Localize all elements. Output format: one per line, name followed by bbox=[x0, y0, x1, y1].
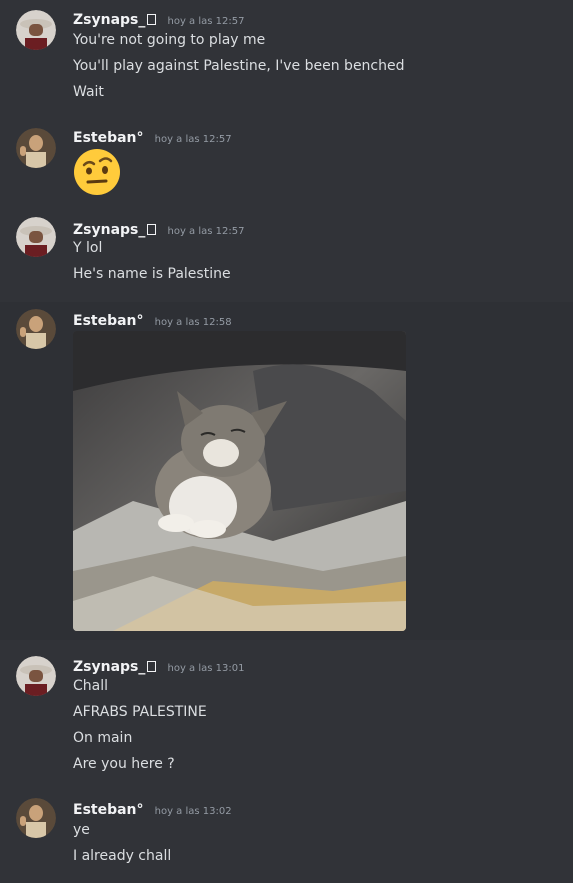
username[interactable]: Zsynaps_ bbox=[73, 659, 145, 675]
user-avatar[interactable] bbox=[16, 128, 56, 168]
message-group: Zsynaps_ hoy a las 13:01 Chall AFRABS PA… bbox=[0, 646, 573, 782]
user-avatar[interactable] bbox=[16, 217, 56, 257]
user-avatar[interactable] bbox=[16, 656, 56, 696]
timestamp[interactable]: hoy a las 13:02 bbox=[155, 806, 232, 817]
kitten-gif-attachment[interactable] bbox=[73, 331, 406, 631]
user-avatar[interactable] bbox=[16, 309, 56, 349]
tag-icon bbox=[147, 661, 157, 672]
message-text: ye bbox=[73, 822, 90, 838]
message-text: He's name is Palestine bbox=[73, 266, 231, 282]
message-group: Esteban° hoy a las 12:58 bbox=[0, 302, 573, 640]
chat-message-list: Zsynaps_ hoy a las 12:57 You're not goin… bbox=[0, 0, 573, 883]
message-text: You're not going to play me bbox=[73, 32, 266, 48]
user-avatar[interactable] bbox=[16, 798, 56, 838]
message-text: I already chall bbox=[73, 848, 172, 864]
message-text: You'll play against Palestine, I've been… bbox=[73, 58, 405, 74]
tag-icon bbox=[147, 14, 157, 25]
message-text: AFRABS PALESTINE bbox=[73, 704, 207, 720]
message-text: Chall bbox=[73, 678, 109, 694]
username[interactable]: Zsynaps_ bbox=[73, 12, 145, 28]
message-text: Y lol bbox=[73, 240, 103, 256]
timestamp[interactable]: hoy a las 12:57 bbox=[167, 226, 244, 237]
message-text: Are you here ? bbox=[73, 756, 175, 772]
username[interactable]: Esteban° bbox=[73, 313, 144, 329]
timestamp[interactable]: hoy a las 12:58 bbox=[155, 317, 232, 328]
username[interactable]: Zsynaps_ bbox=[73, 222, 145, 238]
message-group: Zsynaps_ hoy a las 12:57 You're not goin… bbox=[0, 0, 573, 110]
username[interactable]: Esteban° bbox=[73, 130, 144, 146]
timestamp[interactable]: hoy a las 12:57 bbox=[167, 16, 244, 27]
message-text: Wait bbox=[73, 84, 104, 100]
username[interactable]: Esteban° bbox=[73, 802, 144, 818]
message-group: Esteban° hoy a las 13:02 ye I already ch… bbox=[0, 790, 573, 883]
message-text: On main bbox=[73, 730, 133, 746]
user-avatar[interactable] bbox=[16, 10, 56, 50]
timestamp[interactable]: hoy a las 12:57 bbox=[155, 134, 232, 145]
message-group: Zsynaps_ hoy a las 12:57 Y lol He's name… bbox=[0, 210, 573, 302]
timestamp[interactable]: hoy a las 13:01 bbox=[167, 663, 244, 674]
tag-icon bbox=[147, 224, 157, 235]
message-group: Esteban° hoy a las 12:57 bbox=[0, 118, 573, 204]
face-with-raised-eyebrow-icon bbox=[73, 148, 121, 196]
